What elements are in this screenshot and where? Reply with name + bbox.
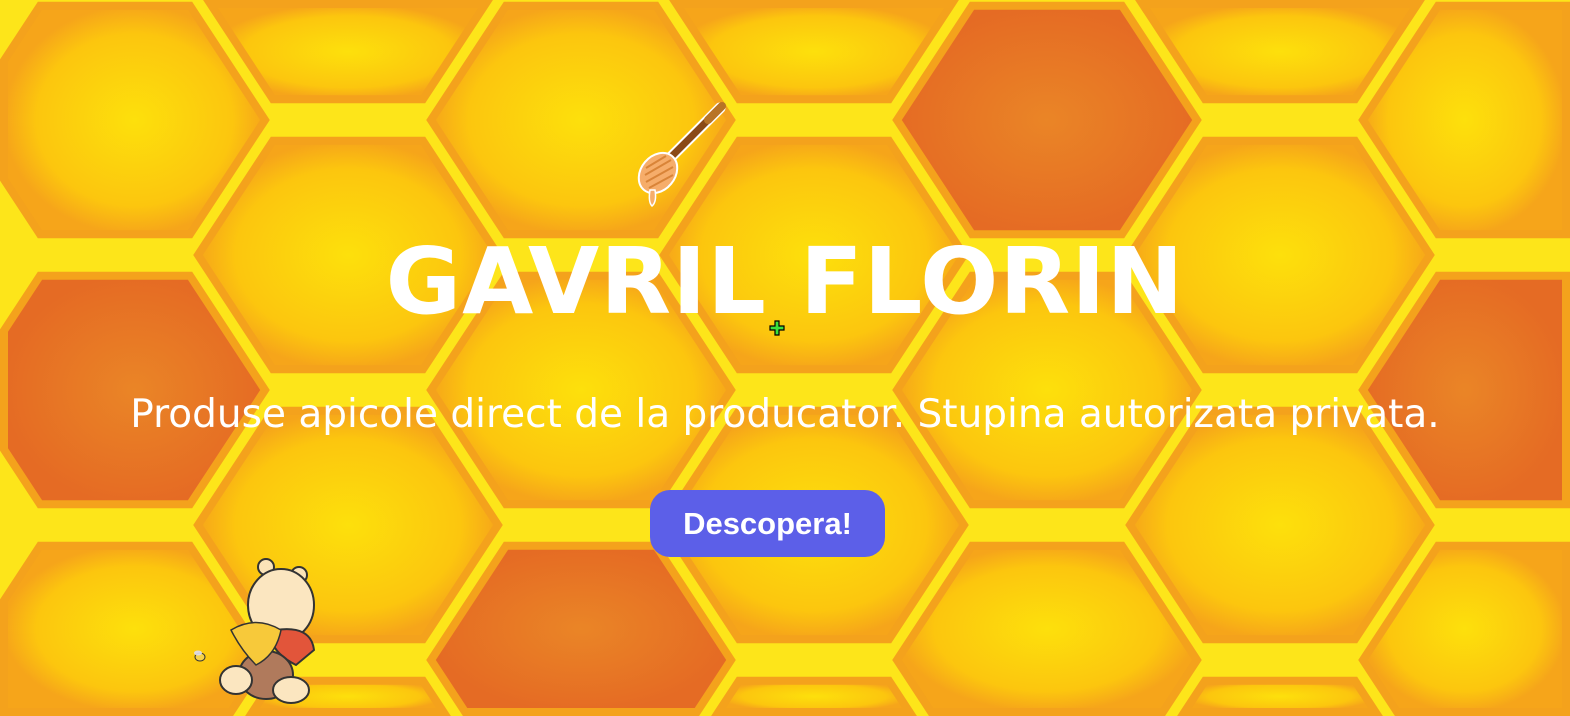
discover-button[interactable]: Descopera!: [650, 490, 885, 557]
tagline: Produse apicole direct de la producator.…: [130, 392, 1440, 437]
site-title: GAVRIL FLORIN: [385, 228, 1185, 335]
honey-dipper-icon: [637, 102, 726, 208]
winnie-the-pooh-illustration: [194, 558, 316, 704]
crosshair-cursor-icon: [769, 320, 785, 336]
honeycomb-cell: [1177, 676, 1383, 716]
honeycomb-cell: [711, 676, 917, 716]
